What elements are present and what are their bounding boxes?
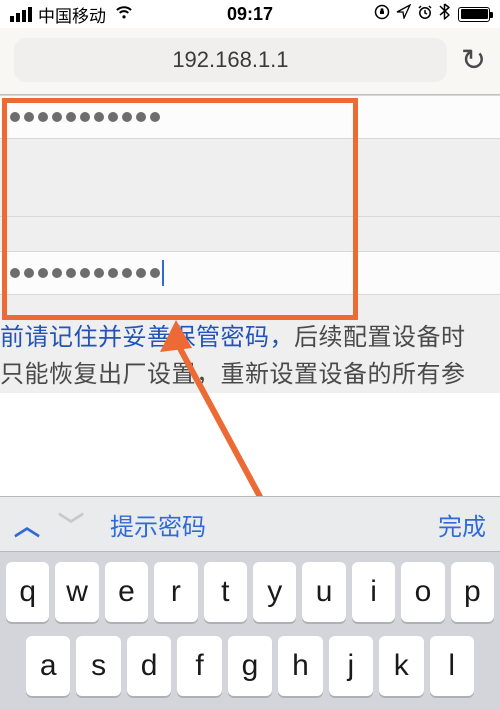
- key-i[interactable]: i: [352, 562, 395, 622]
- keyboard-accessory-bar: ︿ ﹀ 提示密码 完成: [0, 496, 500, 552]
- wifi-icon: [114, 4, 134, 25]
- keyboard: qwertyuiop asdfghjkl: [0, 552, 500, 710]
- password-mask-2: [10, 268, 160, 278]
- status-left: 中国移动: [10, 2, 134, 27]
- password-suggestion-button[interactable]: 提示密码: [110, 507, 206, 542]
- form-spacer: [0, 139, 500, 217]
- key-f[interactable]: f: [177, 636, 221, 696]
- signal-icon: [10, 7, 32, 22]
- keyboard-row-2: asdfghjkl: [6, 636, 494, 696]
- reload-button[interactable]: ↻: [461, 43, 486, 78]
- orientation-lock-icon: [374, 4, 390, 25]
- hint-rest-1: 后续配置设备时: [294, 324, 466, 351]
- battery-icon: [458, 7, 490, 22]
- key-t[interactable]: t: [204, 562, 247, 622]
- done-button[interactable]: 完成: [438, 507, 486, 542]
- key-w[interactable]: w: [55, 562, 98, 622]
- password-form: [0, 95, 500, 295]
- keyboard-row-1: qwertyuiop: [6, 562, 494, 622]
- prev-field-button[interactable]: ︿: [14, 506, 40, 543]
- key-r[interactable]: r: [154, 562, 197, 622]
- status-right: [374, 3, 490, 25]
- next-field-button[interactable]: ﹀: [58, 506, 84, 543]
- text-caret: [162, 260, 164, 286]
- key-u[interactable]: u: [302, 562, 345, 622]
- url-text: 192.168.1.1: [172, 47, 288, 73]
- key-q[interactable]: q: [6, 562, 49, 622]
- key-e[interactable]: e: [105, 562, 148, 622]
- key-a[interactable]: a: [26, 636, 70, 696]
- key-j[interactable]: j: [329, 636, 373, 696]
- key-k[interactable]: k: [379, 636, 423, 696]
- clock: 09:17: [227, 4, 273, 25]
- key-y[interactable]: y: [253, 562, 296, 622]
- password-input-2[interactable]: [0, 251, 500, 295]
- hint-line-2: 只能恢复出厂设置，重新设置设备的所有参: [0, 361, 466, 388]
- browser-url-bar: 192.168.1.1 ↻: [0, 28, 500, 95]
- status-bar: 中国移动 09:17: [0, 0, 500, 28]
- key-d[interactable]: d: [127, 636, 171, 696]
- key-p[interactable]: p: [451, 562, 494, 622]
- bluetooth-icon: [439, 3, 450, 25]
- alarm-icon: [417, 4, 433, 25]
- key-s[interactable]: s: [76, 636, 120, 696]
- key-l[interactable]: l: [430, 636, 474, 696]
- hint-strong: 前请记住并妥善保管密码，: [0, 324, 294, 351]
- location-icon: [396, 4, 411, 24]
- hint-text: 前请记住并妥善保管密码，后续配置设备时 只能恢复出厂设置，重新设置设备的所有参: [0, 295, 500, 393]
- form-spacer-2: [0, 217, 500, 251]
- url-field[interactable]: 192.168.1.1: [14, 38, 447, 82]
- password-mask-1: [10, 112, 160, 122]
- key-h[interactable]: h: [278, 636, 322, 696]
- key-g[interactable]: g: [228, 636, 272, 696]
- carrier-label: 中国移动: [38, 2, 106, 27]
- password-input-1[interactable]: [0, 95, 500, 139]
- page-content: 前请记住并妥善保管密码，后续配置设备时 只能恢复出厂设置，重新设置设备的所有参: [0, 95, 500, 393]
- key-o[interactable]: o: [401, 562, 444, 622]
